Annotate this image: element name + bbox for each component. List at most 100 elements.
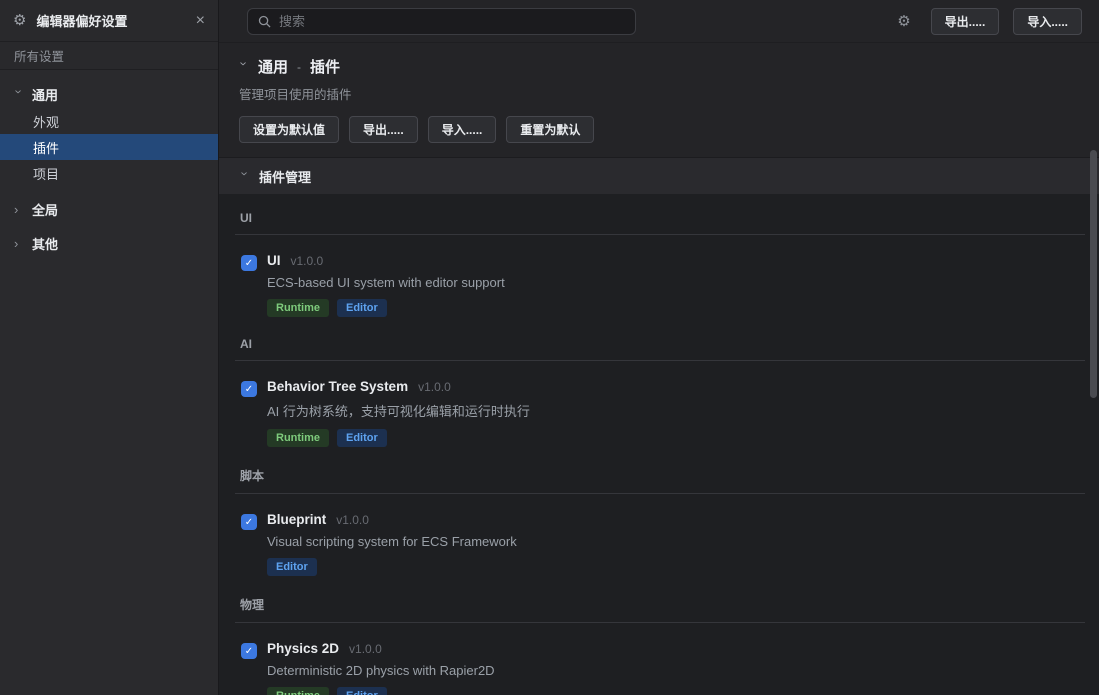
plugin-info: UI v1.0.0 ECS-based UI system with editor … — [267, 253, 505, 317]
chevron-right-icon: › — [14, 203, 24, 216]
runtime-badge: Runtime — [267, 429, 329, 447]
sidebar-item-appearance[interactable]: 外观 — [0, 108, 218, 134]
search-input[interactable] — [279, 14, 625, 29]
plugin-version: v1.0.0 — [336, 513, 369, 527]
editor-badge: Editor — [267, 558, 317, 576]
settings-tree: › 通用 外观 插件 项目 › 全局 › 其他 — [0, 70, 218, 695]
search-box — [247, 8, 636, 35]
sidebar: ⚙ 编辑器偏好设置 × 所有设置 › 通用 外观 插件 项目 › 全局 — [0, 0, 219, 695]
plugin-checkbox[interactable]: ✓ — [241, 381, 257, 397]
breadcrumb-parent: 通用 — [258, 56, 288, 77]
tree-label: 其他 — [32, 234, 58, 253]
tree-label: 通用 — [32, 85, 58, 104]
plugin-name-row: Behavior Tree System v1.0.0 — [267, 379, 530, 394]
chevron-right-icon: › — [14, 237, 24, 250]
preferences-window: ⚙ 编辑器偏好设置 × 所有设置 › 通用 外观 插件 项目 › 全局 — [0, 0, 1099, 695]
sidebar-item-project[interactable]: 项目 — [0, 160, 218, 186]
sidebar-header: ⚙ 编辑器偏好设置 × — [0, 0, 218, 42]
plugin-name: Blueprint — [267, 512, 326, 527]
sidebar-item-general[interactable]: › 通用 — [0, 80, 218, 108]
sidebar-item-global[interactable]: › 全局 — [0, 194, 218, 224]
plugin-version: v1.0.0 — [418, 380, 451, 394]
main-panel: ⚙ 导出..... 导入..... › 通用 - 插件 管理项目使用的插件 设置… — [219, 0, 1099, 695]
category-label: AI — [235, 337, 1085, 351]
plugin-row: ✓ Physics 2D v1.0.0 Deterministic 2D physic… — [235, 641, 1085, 695]
sidebar-item-other[interactable]: › 其他 — [0, 228, 218, 258]
chevron-down-icon: › — [13, 89, 26, 99]
topbar: ⚙ 导出..... 导入..... — [219, 0, 1099, 43]
category-divider — [235, 234, 1085, 235]
plugin-category: UI ✓ UI v1.0.0 ECS-based UI system with edit… — [235, 211, 1085, 317]
close-icon[interactable]: × — [196, 13, 205, 29]
scrollbar-thumb[interactable] — [1090, 150, 1097, 398]
set-default-button[interactable]: 设置为默认值 — [239, 116, 339, 143]
breadcrumb-separator: - — [297, 60, 301, 74]
category-label: 物理 — [235, 596, 1085, 613]
plugin-description: ECS-based UI system with editor support — [267, 275, 505, 290]
import-button[interactable]: 导入..... — [1013, 8, 1082, 35]
editor-badge: Editor — [337, 687, 387, 695]
plugin-category: 物理 ✓ Physics 2D v1.0.0 Deterministic 2D phys… — [235, 596, 1085, 695]
plugin-name: UI — [267, 253, 281, 268]
plugin-checkbox[interactable]: ✓ — [241, 514, 257, 530]
plugin-version: v1.0.0 — [291, 254, 324, 268]
plugin-name-row: Physics 2D v1.0.0 — [267, 641, 495, 656]
breadcrumb-current: 插件 — [310, 56, 340, 77]
plugin-category: 脚本 ✓ Blueprint v1.0.0 Visual scripting syste… — [235, 467, 1085, 576]
runtime-badge: Runtime — [267, 299, 329, 317]
sidebar-item-all-settings[interactable]: 所有设置 — [0, 42, 218, 70]
page-subtitle: 管理项目使用的插件 — [239, 84, 1099, 103]
spacer — [0, 186, 218, 194]
runtime-badge: Runtime — [267, 687, 329, 695]
plugin-name: Behavior Tree System — [267, 379, 408, 394]
tree-label: 外观 — [33, 112, 59, 131]
export-settings-button[interactable]: 导出..... — [349, 116, 418, 143]
category-label: 脚本 — [235, 467, 1085, 484]
chevron-down-icon[interactable]: › — [238, 62, 251, 72]
plugin-category: AI ✓ Behavior Tree System v1.0.0 AI 行为树系统，支持… — [235, 337, 1085, 447]
category-divider — [235, 622, 1085, 623]
tree-label: 全局 — [32, 200, 58, 219]
tree-label: 项目 — [33, 164, 59, 183]
section-title: 插件管理 — [259, 167, 311, 186]
plugin-description: Visual scripting system for ECS Framewor… — [267, 534, 517, 549]
header-buttons: 设置为默认值 导出..... 导入..... 重置为默认 — [239, 116, 1099, 143]
chevron-down-icon: › — [239, 171, 252, 181]
plugin-checkbox[interactable]: ✓ — [241, 643, 257, 659]
category-label: UI — [235, 211, 1085, 225]
category-divider — [235, 493, 1085, 494]
plugin-badges: Runtime Editor — [267, 429, 530, 447]
plugin-row: ✓ UI v1.0.0 ECS-based UI system with editor… — [235, 253, 1085, 317]
plugin-description: AI 行为树系统，支持可视化编辑和运行时执行 — [267, 401, 530, 420]
settings-gear-icon: ⚙ — [13, 13, 26, 28]
plugin-row: ✓ Behavior Tree System v1.0.0 AI 行为树系统，支持可视… — [235, 379, 1085, 447]
plugin-name: Physics 2D — [267, 641, 339, 656]
plugin-description: Deterministic 2D physics with Rapier2D — [267, 663, 495, 678]
import-settings-button[interactable]: 导入..... — [428, 116, 497, 143]
gear-icon[interactable]: ⚙ — [891, 14, 916, 29]
plugin-info: Behavior Tree System v1.0.0 AI 行为树系统，支持可视化… — [267, 379, 530, 447]
editor-badge: Editor — [337, 429, 387, 447]
breadcrumb: › 通用 - 插件 — [239, 56, 1099, 77]
reset-default-button[interactable]: 重置为默认 — [506, 116, 594, 143]
sidebar-item-plugins[interactable]: 插件 — [0, 134, 218, 160]
plugin-name-row: UI v1.0.0 — [267, 253, 505, 268]
plugin-info: Physics 2D v1.0.0 Deterministic 2D physics… — [267, 641, 495, 695]
window-title: 编辑器偏好设置 — [36, 11, 185, 30]
plugin-row: ✓ Blueprint v1.0.0 Visual scripting system … — [235, 512, 1085, 576]
plugin-badges: Editor — [267, 558, 517, 576]
tree-label: 插件 — [33, 138, 59, 157]
plugin-management-section-header[interactable]: › 插件管理 — [219, 157, 1099, 194]
plugin-badges: Runtime Editor — [267, 687, 495, 695]
editor-badge: Editor — [337, 299, 387, 317]
category-divider — [235, 360, 1085, 361]
content-header: › 通用 - 插件 管理项目使用的插件 设置为默认值 导出..... 导入...… — [219, 43, 1099, 157]
search-icon — [258, 15, 271, 28]
plugin-checkbox[interactable]: ✓ — [241, 255, 257, 271]
plugin-info: Blueprint v1.0.0 Visual scripting system f… — [267, 512, 517, 576]
plugin-version: v1.0.0 — [349, 642, 382, 656]
plugin-list: UI ✓ UI v1.0.0 ECS-based UI system with edit… — [219, 194, 1099, 695]
plugin-name-row: Blueprint v1.0.0 — [267, 512, 517, 527]
plugin-badges: Runtime Editor — [267, 299, 505, 317]
export-button[interactable]: 导出..... — [931, 8, 1000, 35]
